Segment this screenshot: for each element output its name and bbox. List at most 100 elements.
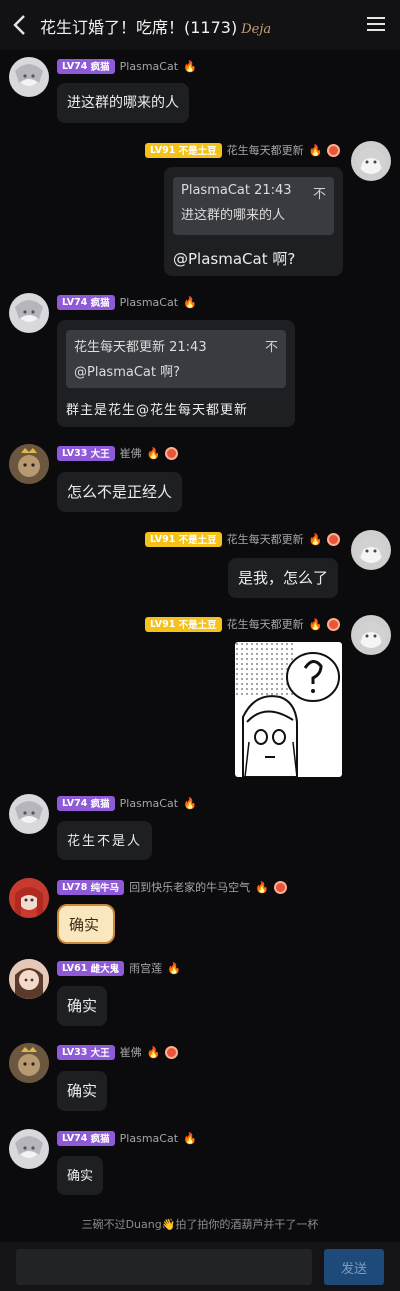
avatar[interactable] [9, 959, 49, 999]
message-text: 是我，怎么了 [238, 569, 329, 587]
medal-icon [165, 1045, 179, 1059]
quote-header: 花生每天都更新 21:43 [74, 340, 207, 355]
sender-name: 花生每天都更新 [226, 618, 304, 631]
medal-icon [327, 532, 341, 546]
message-meta: LV74 疯猫 PlasmaCat 🔥 [57, 1130, 197, 1146]
chat-title: 花生订婚了！吃席！(1173) Deja [40, 14, 271, 38]
message-bubble[interactable]: 确实 [57, 1156, 104, 1195]
fire-icon: 🔥 [167, 961, 181, 975]
avatar[interactable] [351, 615, 391, 655]
message-text: @PlasmaCat 啊? [173, 250, 296, 268]
message-meta: LV33 大王 崔佛 🔥 [57, 1044, 179, 1060]
fire-icon: 🔥 [183, 796, 197, 810]
sender-name: 崔佛 [119, 447, 142, 460]
avatar[interactable] [9, 444, 49, 484]
fire-icon: 🔥 [308, 532, 323, 546]
message-bubble[interactable]: 进这群的哪来的人 [57, 83, 189, 123]
message-meta: LV74 疯猫 PlasmaCat 🔥 [57, 294, 197, 310]
quote-close-icon[interactable]: 不 [265, 336, 278, 355]
level-badge: LV33 大王 [57, 1044, 115, 1060]
message-input[interactable] [16, 1249, 312, 1285]
message-meta: LV91 不是土豆 花生每天都更新 🔥 [145, 531, 341, 547]
level-badge: LV74 疯猫 [57, 795, 115, 811]
avatar[interactable] [9, 878, 49, 918]
fire-icon: 🔥 [183, 59, 197, 73]
sender-name: PlasmaCat [119, 295, 179, 309]
sender-name: PlasmaCat [119, 796, 179, 810]
menu-icon[interactable] [366, 14, 386, 34]
sender-name: PlasmaCat [119, 59, 179, 73]
medal-icon [327, 143, 341, 157]
level-badge: LV74 疯猫 [57, 294, 115, 310]
fire-icon: 🔥 [183, 295, 197, 309]
message-bubble[interactable]: 花生每天都更新 21:43 @PlasmaCat 啊? 不 群主是花生@花生每天… [57, 320, 295, 427]
message-meta: LV33 大王 崔佛 🔥 [57, 445, 179, 461]
avatar[interactable] [351, 530, 391, 570]
message-text: 群主是花生@花生每天都更新 [66, 403, 249, 418]
message-bubble[interactable]: 怎么不是正经人 [57, 472, 183, 512]
message-bubble[interactable]: 确实 [57, 986, 108, 1026]
message-bubble[interactable]: 确实 [57, 1071, 108, 1111]
sender-name: 花生每天都更新 [226, 144, 304, 157]
send-button[interactable]: 发送 [324, 1249, 384, 1285]
message-bubble[interactable]: PlasmaCat 21:43 进这群的哪来的人 不 @PlasmaCat 啊? [164, 167, 343, 276]
quote-close-icon[interactable]: 不 [313, 183, 326, 202]
message-text: 确实 [67, 1082, 98, 1100]
medal-icon [327, 617, 341, 631]
message-text: 怎么不是正经人 [67, 483, 173, 501]
level-badge: LV33 大王 [57, 445, 115, 461]
avatar[interactable] [351, 141, 391, 181]
message-text: 确实 [67, 997, 98, 1015]
sender-name: 崔佛 [119, 1046, 142, 1059]
message-bubble[interactable]: 是我，怎么了 [228, 558, 339, 598]
sender-name: 回到快乐老家的牛马空气 [129, 881, 251, 894]
back-arrow-icon[interactable] [8, 10, 32, 40]
message-meta: LV74 疯猫 PlasmaCat 🔥 [57, 58, 197, 74]
quoted-message[interactable]: PlasmaCat 21:43 进这群的哪来的人 不 [173, 177, 334, 235]
quote-header: PlasmaCat 21:43 [181, 183, 292, 198]
level-badge: LV91 不是土豆 [145, 616, 222, 632]
chat-header: 花生订婚了！吃席！(1173) Deja [0, 0, 400, 50]
fire-icon: 🔥 [308, 617, 323, 631]
quote-text: @PlasmaCat 啊? [74, 365, 180, 380]
sender-name: 花生每天都更新 [226, 533, 304, 546]
deja-logo: Deja [241, 22, 272, 37]
fire-icon: 🔥 [308, 143, 323, 157]
group-name: 花生订婚了！吃席！(1173) [40, 18, 238, 37]
message-text: 进这群的哪来的人 [67, 95, 179, 111]
avatar[interactable] [9, 293, 49, 333]
level-badge: LV91 不是土豆 [145, 531, 222, 547]
fire-icon: 🔥 [146, 1045, 161, 1059]
fire-icon: 🔥 [255, 880, 269, 894]
level-badge: LV74 疯猫 [57, 1130, 115, 1146]
medal-icon [273, 880, 287, 894]
composer-bar: 发送 [0, 1242, 400, 1291]
level-badge: LV78 纯牛马 [57, 879, 125, 895]
quote-text: 进这群的哪来的人 [181, 208, 286, 223]
message-bubble[interactable]: 花生不是人 [57, 821, 153, 860]
avatar[interactable] [9, 57, 49, 97]
sender-name: PlasmaCat [119, 1131, 179, 1145]
message-meta: LV91 不是土豆 花生每天都更新 🔥 [145, 616, 341, 632]
medal-icon [165, 446, 179, 460]
message-bubble[interactable]: 确实 [57, 904, 115, 944]
fire-icon: 🔥 [183, 1131, 197, 1145]
avatar[interactable] [9, 1043, 49, 1083]
message-meta: LV78 纯牛马 回到快乐老家的牛马空气 🔥 [57, 879, 287, 895]
level-badge: LV74 疯猫 [57, 58, 115, 74]
message-text: 确实 [69, 916, 100, 934]
message-text: 确实 [67, 1169, 94, 1184]
message-meta: LV91 不是土豆 花生每天都更新 🔥 [145, 142, 341, 158]
system-message: 三碗不过Duang👋拍了拍你的酒葫芦并干了一杯 [81, 1218, 319, 1231]
message-meta: LV74 疯猫 PlasmaCat 🔥 [57, 795, 197, 811]
quoted-message[interactable]: 花生每天都更新 21:43 @PlasmaCat 啊? 不 [66, 330, 286, 388]
sticker-image[interactable] [235, 642, 342, 777]
avatar[interactable] [9, 1129, 49, 1169]
message-text: 花生不是人 [67, 834, 143, 849]
avatar[interactable] [9, 794, 49, 834]
sender-name: 雨宫莲 [129, 962, 163, 975]
level-badge: LV61 雌大鬼 [57, 960, 125, 976]
level-badge: LV91 不是土豆 [145, 142, 222, 158]
fire-icon: 🔥 [146, 446, 161, 460]
message-meta: LV61 雌大鬼 雨宫莲 🔥 [57, 960, 181, 976]
